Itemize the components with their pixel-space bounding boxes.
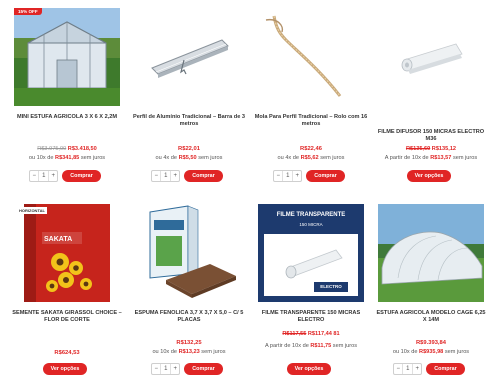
product-image[interactable] [378, 204, 484, 302]
quantity-value[interactable]: 1 [402, 363, 414, 374]
installment-value: R$13,23 [178, 349, 200, 355]
product-card[interactable]: HORIZONTAL SAKATA SEMENTE SAKATA GIRASSO… [4, 0, 126, 378]
buy-button[interactable]: Comprar [184, 362, 223, 375]
product-card[interactable]: ESPUMA FENOLICA 3,7 X 3,7 X 5,0 – C/ 5 P… [126, 0, 248, 378]
product-name[interactable]: ESPUMA FENOLICA 3,7 X 3,7 X 5,0 – C/ 5 P… [132, 310, 246, 324]
product-name[interactable]: FILME TRANSPARENTE 150 MICRAS ELECTRO [254, 310, 368, 324]
price-line: R$117,55 R$117,44 81 [252, 331, 370, 338]
quantity-stepper[interactable]: − 1 + [393, 362, 423, 375]
increment-button[interactable]: + [171, 364, 179, 374]
installments: A partir de 10x de R$11,75 sem juros [264, 343, 358, 349]
product-image[interactable]: HORIZONTAL SAKATA [14, 204, 120, 302]
tag-badge: HORIZONTAL [17, 207, 47, 214]
brand-logo: ELECTRO [320, 284, 342, 289]
decrement-button[interactable]: − [152, 364, 160, 374]
installments: ou 10x de R$935,98 sem juros [392, 349, 470, 355]
product-image[interactable] [136, 204, 242, 302]
decrement-button[interactable]: − [394, 364, 402, 374]
buy-row: Ver opções [248, 362, 370, 375]
buy-row: − 1 + Comprar [368, 362, 490, 375]
current-price: R$9.393,84 [416, 340, 446, 346]
product-name[interactable]: SEMENTE SAKATA GIRASSOL CHOICE – FLOR DE… [10, 310, 124, 324]
installments: ou 10x de R$13,23 sem juros [152, 349, 226, 355]
buy-row: − 1 + Comprar [126, 362, 248, 375]
buy-button[interactable]: Comprar [426, 362, 465, 375]
quantity-stepper[interactable]: − 1 + [151, 362, 181, 375]
quantity-value[interactable]: 1 [160, 363, 172, 374]
installment-value: R$935,98 [419, 349, 444, 355]
packet-brand: SAKATA [44, 236, 73, 243]
banner-title: FILME TRANSPARENTE [276, 212, 346, 218]
installment-value: R$11,75 [310, 343, 332, 349]
banner-subtitle: 150 MICRA [299, 222, 323, 227]
product-name[interactable]: ESTUFA AGRICOLA MODELO CAGE 6,25 X 14M [374, 310, 488, 324]
product-card[interactable]: FILME TRANSPARENTE 150 MICRA ELECTRO FIL… [248, 0, 370, 378]
increment-button[interactable]: + [413, 364, 421, 374]
product-card[interactable]: ESTUFA AGRICOLA MODELO CAGE 6,25 X 14M R… [368, 0, 490, 378]
current-price: R$117,44 81 [307, 331, 340, 337]
product-image[interactable]: FILME TRANSPARENTE 150 MICRA ELECTRO [258, 204, 364, 302]
buy-row: Ver opções [4, 362, 126, 375]
options-button[interactable]: Ver opções [42, 362, 88, 375]
product-grid: 15% OFF MINI ESTUFA AGRICOLA 3 X 6 X 2,2… [0, 0, 490, 378]
old-price: R$117,55 [282, 331, 307, 337]
current-price: R$132,25 [176, 340, 202, 346]
options-button[interactable]: Ver opções [286, 362, 332, 375]
current-price: R$624,53 [54, 350, 80, 356]
